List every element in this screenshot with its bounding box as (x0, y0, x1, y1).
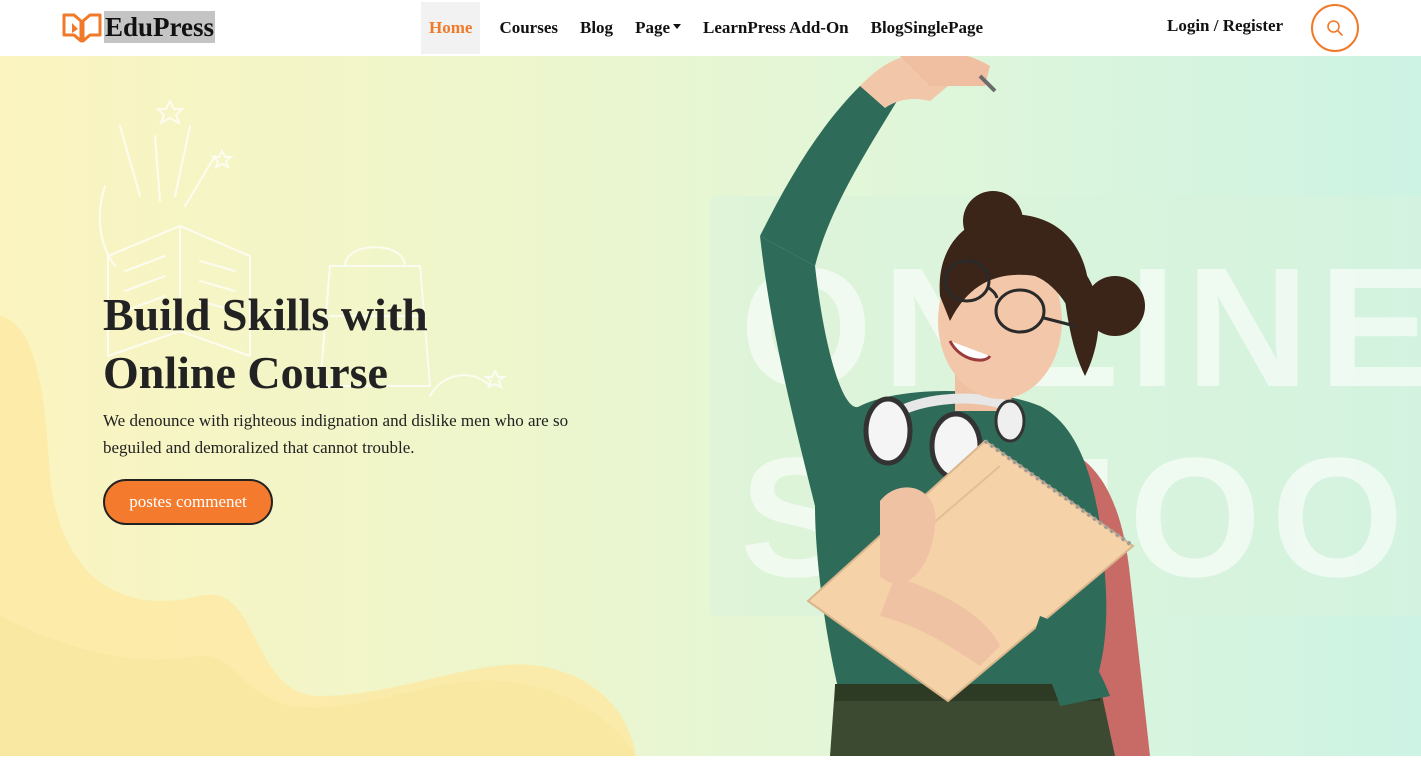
login-register-link[interactable]: Login / Register (1167, 16, 1283, 36)
hero-section: ONLINE SCHOOL (0, 56, 1421, 756)
logo[interactable]: EduPress (62, 10, 216, 44)
hero-description: We denounce with righteous indignation a… (103, 411, 569, 457)
hero-cta-button[interactable]: postes commenet (103, 479, 273, 525)
main-nav: Home Courses Blog Page LearnPress Add-On… (421, 2, 994, 54)
search-button[interactable] (1311, 4, 1359, 52)
brand-name: EduPress (104, 11, 216, 43)
nav-home[interactable]: Home (421, 2, 481, 54)
nav-courses-label: Courses (499, 18, 558, 37)
caret-down-icon (673, 23, 681, 29)
nav-learnpress-label: LearnPress Add-On (703, 18, 849, 37)
nav-blog-single-page[interactable]: BlogSinglePage (860, 2, 994, 54)
search-icon (1327, 20, 1343, 36)
site-header: EduPress Home Courses Blog Page LearnPre… (0, 0, 1421, 56)
nav-learnpress-addon[interactable]: LearnPress Add-On (692, 2, 860, 54)
hero-title-line1: Build Skills with (103, 289, 428, 340)
page-bottom-strip (0, 756, 1421, 782)
hero-title: Build Skills with Online Course (103, 286, 623, 402)
hero-title-line2: Online Course (103, 347, 388, 398)
nav-blog-label: Blog (580, 18, 614, 37)
nav-home-label: Home (429, 18, 473, 37)
nav-page-label: Page (635, 18, 670, 37)
nav-blogsingle-label: BlogSinglePage (870, 18, 984, 37)
hero-illustration: ONLINE SCHOOL (0, 56, 1421, 756)
nav-page-dropdown[interactable]: Page (624, 2, 692, 54)
nav-blog[interactable]: Blog (569, 2, 624, 54)
book-logo-icon (62, 13, 102, 43)
nav-courses[interactable]: Courses (488, 2, 569, 54)
